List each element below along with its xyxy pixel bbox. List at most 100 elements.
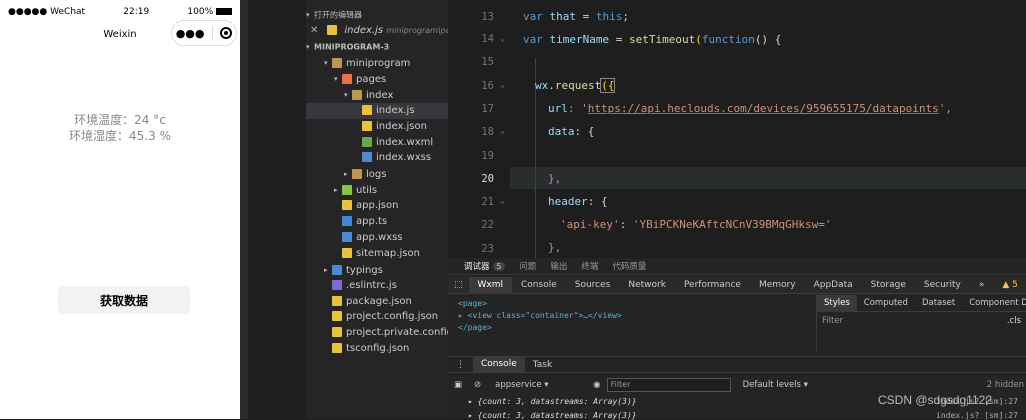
wxml-tree[interactable]: <page> ▸ <view class="container">…</view… — [458, 298, 622, 334]
tree-item-app-wxss[interactable]: app.wxss — [306, 230, 448, 246]
more-tabs-icon[interactable]: » — [970, 280, 994, 290]
tree-item-index-js[interactable]: index.js — [306, 102, 448, 119]
sidebar-toggle-icon[interactable]: ▣ — [448, 380, 468, 390]
fetch-data-button[interactable]: 获取数据 — [58, 286, 190, 314]
tree-item-label: index.js — [376, 104, 415, 116]
tab-terminal[interactable]: 终端 — [581, 260, 598, 272]
clear-console-icon[interactable]: ⊘ — [468, 380, 487, 390]
tree-item-index-wxss[interactable]: index.wxss — [306, 150, 448, 166]
battery-icon — [216, 8, 232, 15]
eye-icon[interactable]: ◉ — [587, 380, 606, 390]
tab-problems[interactable]: 问题 — [519, 260, 536, 272]
tab-debugger[interactable]: 调试器 5 — [464, 260, 506, 272]
drawer-menu-icon[interactable]: ⋮ — [448, 360, 473, 370]
tab-network[interactable]: Network — [619, 280, 675, 290]
code-line-13: var that = this; — [523, 10, 629, 23]
tree-item-sitemap-json[interactable]: sitemap.json — [306, 246, 448, 262]
warning-count[interactable]: ▲ 5 — [993, 280, 1026, 290]
tree-item-tsconfig-json[interactable]: tsconfig.json — [306, 341, 448, 357]
tab-security[interactable]: Security — [915, 280, 970, 290]
console-filter-input[interactable]: Filter — [606, 377, 731, 392]
close-icon[interactable]: ✕ — [306, 23, 318, 39]
open-editors-header[interactable]: ▾ 打开的编辑器 — [306, 7, 448, 23]
file-json-icon — [332, 311, 342, 322]
styles-filter-input[interactable]: Filter — [822, 316, 843, 326]
tree-item-index-json[interactable]: index.json — [306, 119, 448, 135]
carrier-label: ●●●●● WeChat — [8, 7, 86, 17]
inspect-icon[interactable]: ⬚ — [448, 280, 469, 290]
tree-item-index[interactable]: ▾ index — [306, 87, 448, 103]
open-editor-item[interactable]: ✕ index.js miniprogram\pa... — [306, 23, 448, 39]
fold-chevron-icon[interactable]: ⌄ — [500, 126, 505, 135]
tab-task[interactable]: Task — [525, 360, 560, 370]
tab-styles[interactable]: Styles — [817, 294, 857, 312]
more-icon[interactable]: ●●● — [176, 27, 205, 40]
styles-tabs: Styles Computed Dataset Component Data — [817, 294, 1026, 312]
wxml-node[interactable]: <page> — [458, 298, 622, 310]
cls-toggle[interactable]: .cls — [1007, 316, 1021, 326]
tab-storage[interactable]: Storage — [862, 280, 915, 290]
tab-performance[interactable]: Performance — [675, 280, 750, 290]
code-editor[interactable]: 13 14 15 16 17 18 19 20 21 22 23 ⌄ ⌄ ⌄ ⌄… — [448, 0, 1026, 258]
console-log-entry[interactable]: ▸ {count: 3, datastreams: Array(3)} — [468, 397, 637, 406]
fold-chevron-icon[interactable]: ⌄ — [500, 196, 505, 205]
tree-item-label: index.wxss — [376, 152, 432, 164]
activity-bar — [248, 0, 306, 419]
tab-output[interactable]: 输出 — [550, 260, 567, 272]
tab-dataset[interactable]: Dataset — [915, 298, 962, 308]
tree-item-label: tsconfig.json — [346, 343, 410, 355]
tab-computed[interactable]: Computed — [857, 298, 915, 308]
tree-item-label: typings — [346, 264, 383, 276]
tab-appdata[interactable]: AppData — [805, 280, 862, 290]
styles-filter-row: Filter .cls — [817, 312, 1026, 329]
folder-icon — [332, 264, 342, 275]
tree-item-label: app.ts — [356, 216, 388, 227]
tree-item-typings[interactable]: ▸ typings — [306, 262, 448, 278]
tree-item-project-config-json[interactable]: project.config.json — [306, 309, 448, 325]
tab-console[interactable]: Console — [512, 280, 566, 290]
line-number-current: 20 — [481, 173, 494, 185]
tree-item-utils[interactable]: ▸ utils — [306, 182, 448, 198]
tree-item-pages[interactable]: ▾ pages — [306, 71, 448, 87]
tree-item-package-json[interactable]: package.json — [306, 294, 448, 310]
hidden-count: 2 hidden — [986, 379, 1024, 390]
fold-chevron-icon[interactable]: ⌄ — [500, 80, 505, 89]
tree-item-logs[interactable]: ▸ logs — [306, 166, 448, 182]
line-number: 19 — [481, 150, 494, 162]
tree-item-index-wxml[interactable]: index.wxml — [306, 135, 448, 151]
env-temperature: 环境温度：24 °c — [74, 113, 166, 127]
fold-chevron-icon[interactable]: ⌄ — [500, 34, 505, 43]
code-line-21: header: { — [548, 195, 608, 208]
tree-item-miniprogram[interactable]: ▾ miniprogram — [306, 55, 448, 71]
tree-item--eslintrc-js[interactable]: .eslintrc.js — [306, 278, 448, 294]
tab-component-data[interactable]: Component Data — [962, 298, 1026, 308]
tree-item-label: sitemap.json — [356, 247, 420, 259]
tree-item-project-private-config-js-[interactable]: project.private.config.js... — [306, 325, 448, 341]
debugger-count-badge: 5 — [492, 262, 506, 271]
panel-tabs: 调试器 5 问题 输出 终端 代码质量 — [448, 258, 1026, 275]
tab-memory[interactable]: Memory — [750, 280, 805, 290]
tab-code-quality[interactable]: 代码质量 — [612, 260, 646, 272]
wxml-node[interactable]: </page> — [458, 322, 622, 334]
code-line-14: var timerName = setTimeout(function() { — [523, 33, 782, 46]
battery-label: 100% — [187, 7, 232, 17]
js-file-icon — [327, 25, 338, 35]
tab-sources[interactable]: Sources — [566, 280, 620, 290]
menu-capsule[interactable]: ●●● — [171, 20, 237, 46]
tab-wxml[interactable]: Wxml — [468, 276, 513, 294]
close-target-icon[interactable] — [220, 27, 233, 39]
tree-item-app-ts[interactable]: app.ts — [306, 214, 448, 230]
env-humidity: 环境湿度：45.3 % — [69, 129, 171, 143]
tree-item-label: project.private.config.js... — [346, 327, 448, 339]
context-selector[interactable]: appservice ▾ — [487, 380, 587, 390]
tree-item-app-json[interactable]: app.json — [306, 198, 448, 214]
tree-item-label: pages — [356, 73, 387, 85]
tab-console-drawer[interactable]: Console — [473, 356, 525, 373]
wxml-node[interactable]: ▸ <view class="container">…</view> — [458, 310, 622, 322]
tree-item-label: .eslintrc.js — [346, 279, 397, 291]
tree-item-label: logs — [366, 169, 387, 181]
log-levels-dropdown[interactable]: Default levels ▾ — [735, 380, 816, 390]
project-header[interactable]: ▾ MINIPROGRAM-3 — [306, 39, 448, 55]
console-toolbar: ▣ ⊘ appservice ▾ ◉ Filter Default levels… — [448, 376, 1026, 393]
folder-icon — [352, 169, 362, 180]
